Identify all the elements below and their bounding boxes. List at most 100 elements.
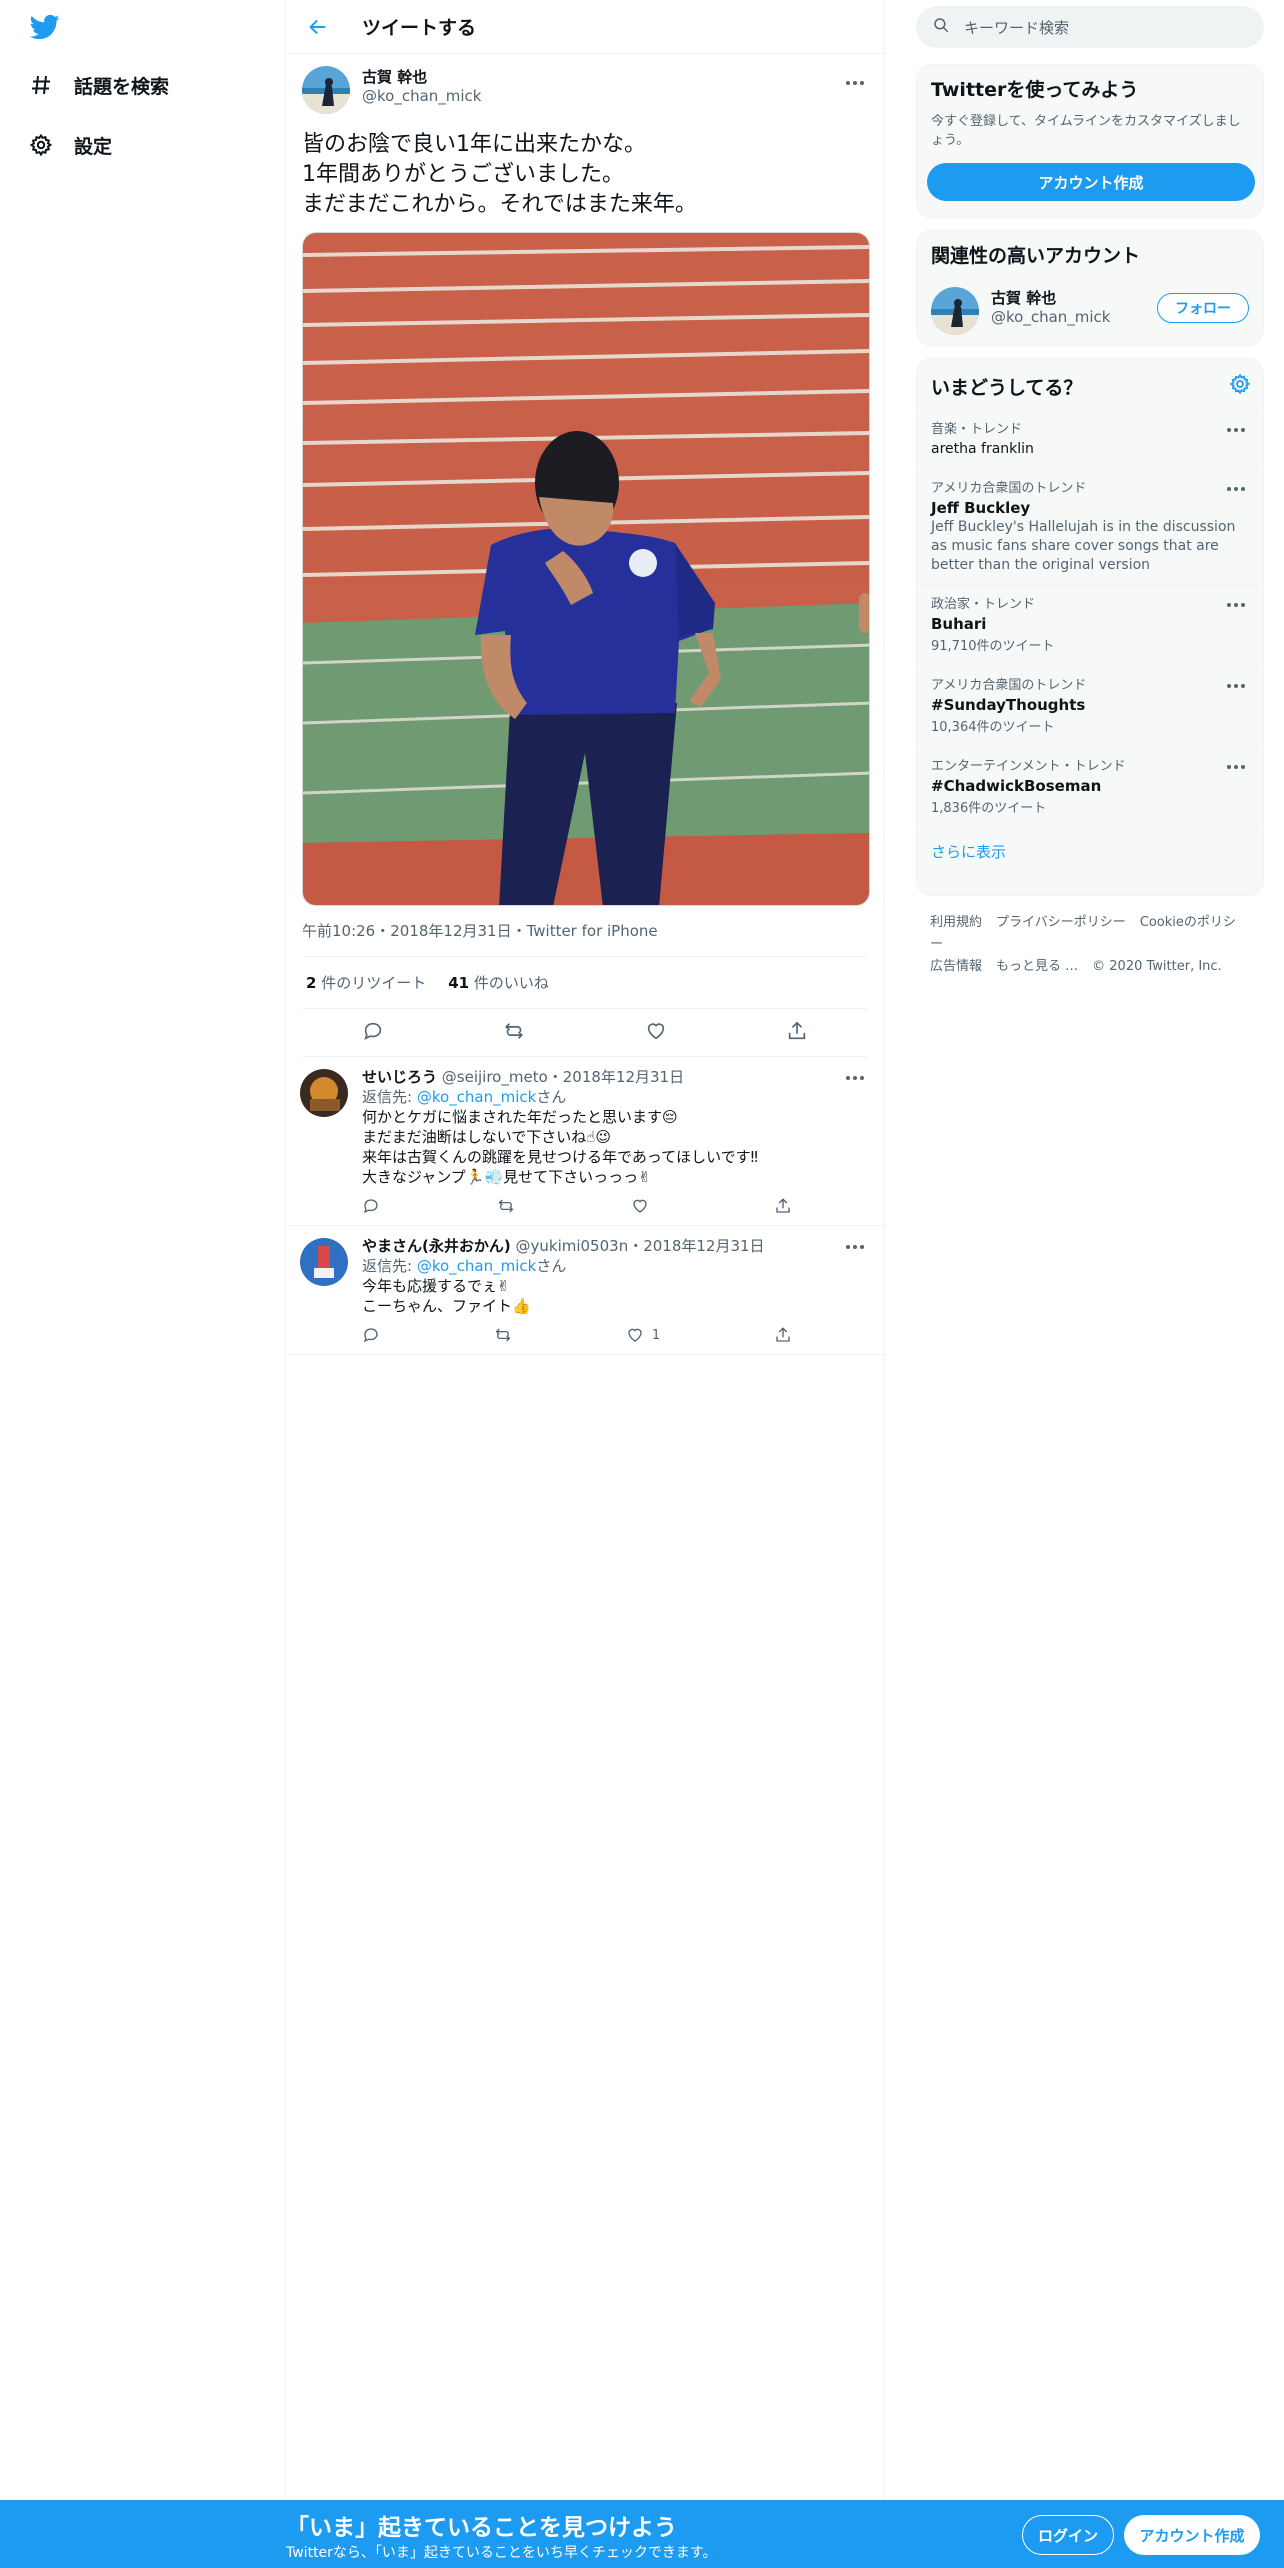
like-icon[interactable]: [645, 1020, 667, 1046]
like-label: 件のいいね: [473, 974, 549, 992]
tweet-line: 1年間ありがとうございました。: [302, 162, 624, 187]
nav-settings-label: 設定: [74, 135, 113, 158]
signup-title: Twitterを使ってみよう: [931, 79, 1139, 101]
avatar[interactable]: [300, 1069, 348, 1117]
share-icon[interactable]: [774, 1326, 792, 1344]
more-options-icon[interactable]: [1227, 762, 1249, 772]
more-options-icon[interactable]: [1227, 425, 1249, 435]
share-icon[interactable]: [786, 1020, 808, 1046]
trend-item[interactable]: エンターテインメント・トレンド #ChadwickBoseman 1,836件の…: [917, 747, 1263, 828]
tweet-text: 皆のお陰で良い1年に出来たかな。 1年間ありがとうございました。 まだまだこれか…: [302, 130, 868, 220]
reply-line: まだまだ油断はしないで下さいね☝😉: [362, 1128, 612, 1146]
author-handle[interactable]: @ko_chan_mick: [362, 87, 868, 105]
reply-line: 大きなジャンプ🏃💨見せて下さいっっっ✌: [362, 1168, 651, 1186]
tweet-line: まだまだこれから。それではまた来年。: [302, 192, 697, 217]
tweet-stats: 2 件のリツイート 41 件のいいね: [302, 957, 868, 1009]
reply-header: せいじろう @seijiro_meto・2018年12月31日: [362, 1067, 868, 1087]
signup-button[interactable]: アカウント作成: [927, 163, 1255, 201]
reply-line: こーちゃん、ファイト👍: [362, 1297, 531, 1315]
reply-handle-date[interactable]: @seijiro_meto・2018年12月31日: [442, 1068, 684, 1086]
author-name[interactable]: 古賀 幹也: [362, 66, 868, 87]
avatar[interactable]: [931, 287, 979, 335]
more-options-icon[interactable]: [846, 78, 868, 88]
reply-actions: 1: [362, 1324, 792, 1346]
reply-like-count: 1: [651, 1327, 661, 1343]
tweet-line: 皆のお陰で良い1年に出来たかな。: [302, 132, 646, 157]
footer-link[interactable]: 広告情報: [930, 959, 982, 974]
reply-tweet[interactable]: やまさん(永井おかん) @yukimi0503n・2018年12月31日 返信先…: [286, 1226, 884, 1355]
gear-icon: [28, 132, 54, 158]
like-stat[interactable]: 41 件のいいね: [448, 972, 549, 993]
show-more-link[interactable]: さらに表示: [917, 828, 1263, 874]
arrow-left-icon: [309, 19, 326, 34]
tweet-photo[interactable]: [302, 232, 870, 906]
related-title: 関連性の高いアカウント: [931, 245, 1141, 267]
more-options-icon[interactable]: [1227, 484, 1249, 494]
like-icon[interactable]: 1: [626, 1326, 660, 1344]
reply-header: やまさん(永井おかん) @yukimi0503n・2018年12月31日: [362, 1236, 868, 1256]
signup-desc: 今すぐ登録して、タイムラインをカスタマイズしましょう。: [931, 114, 1241, 148]
main-column: ツイートする 古賀 幹也 @ko_chan_mick 皆のお陰で良い1年に出来た…: [285, 0, 885, 2568]
retweet-icon[interactable]: [494, 1326, 512, 1344]
footer-link[interactable]: もっと見る …: [996, 959, 1078, 974]
trend-name: #ChadwickBoseman: [931, 777, 1102, 795]
trend-item[interactable]: アメリカ合衆国のトレンド Jeff Buckley Jeff Buckley's…: [917, 469, 1263, 585]
reply-line: 今年も応援するでぇ✌: [362, 1277, 510, 1295]
retweet-icon[interactable]: [497, 1197, 515, 1215]
login-button[interactable]: ログイン: [1022, 2515, 1114, 2555]
related-name[interactable]: 古賀 幹也: [991, 287, 1111, 308]
twitter-logo-icon[interactable]: [28, 12, 64, 44]
reply-to-suffix: さん: [536, 1088, 567, 1106]
like-icon[interactable]: [631, 1197, 657, 1215]
reply-to: 返信先: @ko_chan_mickさん: [362, 1256, 868, 1276]
reply-icon[interactable]: [362, 1326, 380, 1344]
retweet-stat[interactable]: 2 件のリツイート: [306, 972, 426, 993]
nav-explore[interactable]: 話題を検索: [28, 63, 169, 107]
trend-category: 音楽・トレンド: [931, 422, 1023, 437]
reply-text: 何かとケガに悩まされた年だったと思います😔 まだまだ油断はしないで下さいね☝😉 …: [362, 1107, 868, 1187]
reply-author-name[interactable]: せいじろう: [362, 1068, 437, 1086]
retweet-count: 2: [306, 974, 317, 992]
more-options-icon[interactable]: [846, 1242, 868, 1252]
footer-link[interactable]: プライバシーポリシー: [996, 915, 1126, 930]
trend-item[interactable]: 政治家・トレンド Buhari 91,710件のツイート: [917, 585, 1263, 666]
trend-name: #SundayThoughts: [931, 696, 1086, 714]
tweet-meta: 午前10:26・2018年12月31日・Twitter for iPhone: [302, 906, 868, 957]
follow-button[interactable]: フォロー: [1157, 293, 1249, 323]
reply-icon[interactable]: [362, 1197, 380, 1215]
reply-line: 来年は古賀くんの跳躍を見せつける年であってほしいです‼: [362, 1148, 758, 1166]
search-placeholder: キーワード検索: [964, 18, 1070, 37]
trends-card: いまどうしてる？ 音楽・トレンド aretha franklin アメリカ合衆国…: [916, 358, 1264, 896]
reply-author-name[interactable]: やまさん(永井おかん): [362, 1237, 511, 1255]
bottom-signup-bar: 「いま」起きていることを見つけよう Twitterなら、「いま」起きていることを…: [0, 2500, 1284, 2568]
back-button[interactable]: [290, 0, 346, 54]
main-tweet: 古賀 幹也 @ko_chan_mick 皆のお陰で良い1年に出来たかな。 1年間…: [286, 54, 884, 1057]
reply-to-link[interactable]: @ko_chan_mick: [417, 1257, 537, 1275]
bottom-signup-button[interactable]: アカウント作成: [1124, 2515, 1260, 2555]
more-options-icon[interactable]: [1227, 600, 1249, 610]
reply-to-link[interactable]: @ko_chan_mick: [417, 1088, 537, 1106]
reply-handle-date[interactable]: @yukimi0503n・2018年12月31日: [516, 1237, 765, 1255]
share-icon[interactable]: [774, 1197, 792, 1215]
gear-icon[interactable]: [1229, 373, 1251, 399]
copyright: © 2020 Twitter, Inc.: [1092, 959, 1222, 974]
related-handle[interactable]: @ko_chan_mick: [991, 308, 1111, 326]
trend-count: 10,364件のツイート: [931, 720, 1055, 735]
more-options-icon[interactable]: [846, 1073, 868, 1083]
nav-settings[interactable]: 設定: [28, 123, 112, 167]
reply-tweet[interactable]: せいじろう @seijiro_meto・2018年12月31日 返信先: @ko…: [286, 1057, 884, 1226]
reply-to-suffix: さん: [536, 1257, 567, 1275]
retweet-label: 件のリツイート: [321, 974, 427, 992]
search-bar[interactable]: キーワード検索: [916, 6, 1264, 48]
avatar[interactable]: [300, 1238, 348, 1286]
more-options-icon[interactable]: [1227, 681, 1249, 691]
trend-item[interactable]: アメリカ合衆国のトレンド #SundayThoughts 10,364件のツイー…: [917, 666, 1263, 747]
reply-to-prefix: 返信先:: [362, 1088, 417, 1106]
retweet-icon[interactable]: [503, 1020, 525, 1046]
reply-to-prefix: 返信先:: [362, 1257, 417, 1275]
hashtag-icon: [28, 72, 54, 98]
footer-link[interactable]: 利用規約: [930, 915, 982, 930]
reply-icon[interactable]: [362, 1020, 384, 1046]
trend-item[interactable]: 音楽・トレンド aretha franklin: [917, 410, 1263, 469]
avatar[interactable]: [302, 66, 350, 114]
